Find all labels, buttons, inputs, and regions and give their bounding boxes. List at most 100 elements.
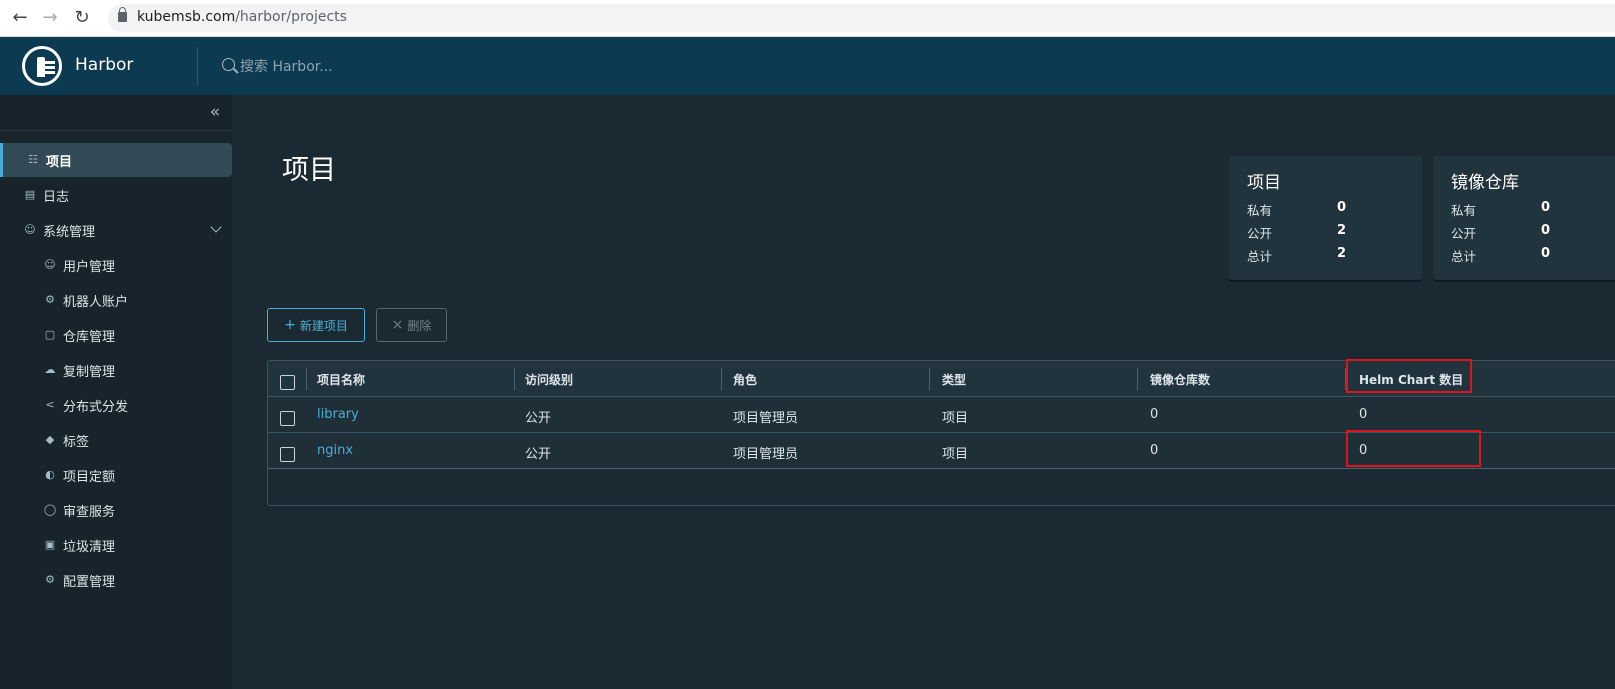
helm-chart-count: 0 bbox=[1359, 407, 1368, 422]
harbor-logo-icon[interactable] bbox=[22, 46, 62, 86]
row-checkbox[interactable] bbox=[280, 447, 295, 462]
stat-value: 2 bbox=[1337, 246, 1347, 261]
column-divider bbox=[929, 368, 930, 390]
sidebar-item-label: 分布式分发 bbox=[63, 399, 129, 415]
url-path: /harbor/projects bbox=[235, 9, 347, 25]
project-name-link[interactable]: library bbox=[317, 407, 359, 422]
sidebar-item-registries[interactable]: ▢ 仓库管理 bbox=[0, 318, 232, 352]
column-header-role[interactable]: 角色 bbox=[733, 371, 757, 388]
address-bar[interactable]: kubemsb.com/harbor/projects bbox=[108, 4, 1615, 32]
app-title[interactable]: Harbor bbox=[75, 55, 133, 75]
role: 项目管理员 bbox=[733, 411, 799, 426]
stat-value: 0 bbox=[1541, 200, 1551, 215]
sidebar-item-label: 日志 bbox=[43, 189, 70, 205]
registry-icon: ▢ bbox=[44, 328, 56, 341]
plus-icon: + bbox=[284, 317, 296, 333]
stat-value: 2 bbox=[1337, 223, 1347, 238]
sidebar-item-admin[interactable]: ☺ 系统管理 bbox=[0, 213, 232, 247]
app-header: Harbor bbox=[0, 37, 1615, 95]
sidebar-item-label: 配置管理 bbox=[63, 574, 116, 590]
column-header-type[interactable]: 类型 bbox=[942, 371, 966, 388]
row-checkbox[interactable] bbox=[280, 411, 295, 426]
sidebar-item-logs[interactable]: ▤ 日志 bbox=[0, 178, 232, 212]
stat-label: 私有 bbox=[1451, 203, 1477, 218]
admin-icon: ☺ bbox=[24, 223, 36, 236]
sidebar-item-label: 审查服务 bbox=[63, 504, 116, 520]
column-header-access[interactable]: 访问级别 bbox=[525, 371, 573, 388]
sidebar-item-interrogation[interactable]: ◯ 审查服务 bbox=[0, 493, 232, 527]
stat-label: 公开 bbox=[1451, 226, 1477, 241]
projects-summary-card: 项目 私有 0 公开 2 总计 2 bbox=[1229, 156, 1422, 280]
projects-icon: ☷ bbox=[28, 153, 38, 166]
stat-value: 0 bbox=[1541, 223, 1551, 238]
column-header-name[interactable]: 项目名称 bbox=[317, 371, 365, 388]
stat-label: 私有 bbox=[1247, 203, 1273, 218]
sidebar-item-label: 用户管理 bbox=[63, 259, 116, 275]
stat-value: 0 bbox=[1541, 246, 1551, 261]
stat-label: 总计 bbox=[1247, 249, 1273, 264]
new-project-label: 新建项目 bbox=[299, 318, 348, 333]
repo-count: 0 bbox=[1150, 407, 1159, 422]
sidebar-item-label: 系统管理 bbox=[43, 224, 96, 240]
role: 项目管理员 bbox=[733, 447, 799, 462]
sidebar: « ☷ 项目 ▤ 日志 ☺ 系统管理 ☺ 用户管理 ⚙ 机器人账户 ▢ 仓库管理… bbox=[0, 95, 232, 689]
new-project-button[interactable]: + 新建项目 bbox=[267, 308, 365, 342]
logs-icon: ▤ bbox=[24, 188, 36, 201]
sidebar-item-gc[interactable]: ▣ 垃圾清理 bbox=[0, 528, 232, 562]
type: 项目 bbox=[942, 411, 969, 426]
delete-label: 删除 bbox=[407, 318, 432, 333]
stat-label: 总计 bbox=[1451, 249, 1477, 264]
sidebar-item-quotas[interactable]: ◐ 项目定额 bbox=[0, 458, 232, 492]
sidebar-item-label: 项目 bbox=[46, 154, 73, 170]
sidebar-item-replications[interactable]: ☁ 复制管理 bbox=[0, 353, 232, 387]
gear-icon: ⚙ bbox=[45, 573, 55, 586]
close-icon: × bbox=[391, 317, 404, 333]
sidebar-item-label: 仓库管理 bbox=[63, 329, 116, 345]
access-level: 公开 bbox=[525, 411, 552, 426]
access-level: 公开 bbox=[525, 447, 552, 462]
gauge-icon: ◐ bbox=[45, 468, 55, 481]
column-divider bbox=[306, 368, 307, 390]
users-icon: ☺ bbox=[44, 258, 56, 271]
column-divider bbox=[721, 368, 722, 390]
select-all-checkbox[interactable] bbox=[280, 375, 295, 390]
chevron-down-icon bbox=[210, 221, 222, 233]
cloud-icon: ☁ bbox=[44, 363, 56, 376]
sidebar-item-label: 垃圾清理 bbox=[63, 539, 116, 555]
sidebar-item-projects[interactable]: ☷ 项目 bbox=[0, 143, 232, 177]
collapse-sidebar-icon[interactable]: « bbox=[205, 103, 225, 123]
table-row[interactable]: library 公开 项目管理员 项目 0 0 bbox=[268, 397, 1615, 433]
repo-count: 0 bbox=[1150, 443, 1159, 458]
highlight-box-helm-value bbox=[1346, 430, 1481, 467]
card-title: 镜像仓库 bbox=[1451, 173, 1519, 193]
url-domain: kubemsb.com bbox=[137, 9, 236, 25]
search-input[interactable] bbox=[240, 56, 540, 78]
sidebar-item-config[interactable]: ⚙ 配置管理 bbox=[0, 563, 232, 597]
sidebar-divider bbox=[0, 130, 232, 131]
header-divider bbox=[197, 47, 198, 85]
sidebar-item-labels[interactable]: ◆ 标签 bbox=[0, 423, 232, 457]
column-header-repo-count[interactable]: 镜像仓库数 bbox=[1150, 371, 1210, 388]
search-icon bbox=[222, 58, 235, 71]
lock-icon bbox=[118, 7, 127, 22]
sidebar-item-label: 项目定额 bbox=[63, 469, 116, 485]
type: 项目 bbox=[942, 447, 969, 462]
sidebar-item-users[interactable]: ☺ 用户管理 bbox=[0, 248, 232, 282]
forward-icon[interactable]: → bbox=[40, 8, 60, 28]
card-title: 项目 bbox=[1247, 173, 1281, 193]
delete-button[interactable]: × 删除 bbox=[376, 308, 447, 342]
robot-icon: ⚙ bbox=[45, 293, 55, 306]
sidebar-item-distributions[interactable]: < 分布式分发 bbox=[0, 388, 232, 422]
trash-icon: ▣ bbox=[44, 538, 56, 551]
back-icon[interactable]: ← bbox=[10, 8, 30, 28]
url-text: kubemsb.com/harbor/projects bbox=[137, 9, 347, 25]
sidebar-item-label: 标签 bbox=[63, 434, 90, 450]
project-name-link[interactable]: nginx bbox=[317, 443, 353, 458]
stat-value: 0 bbox=[1337, 200, 1347, 215]
column-divider bbox=[1137, 368, 1138, 390]
highlight-box-helm-header bbox=[1346, 359, 1472, 393]
sidebar-item-robot-accounts[interactable]: ⚙ 机器人账户 bbox=[0, 283, 232, 317]
sidebar-item-label: 机器人账户 bbox=[63, 294, 129, 310]
reload-icon[interactable]: ↻ bbox=[72, 8, 92, 28]
page-title: 项目 bbox=[282, 155, 336, 186]
